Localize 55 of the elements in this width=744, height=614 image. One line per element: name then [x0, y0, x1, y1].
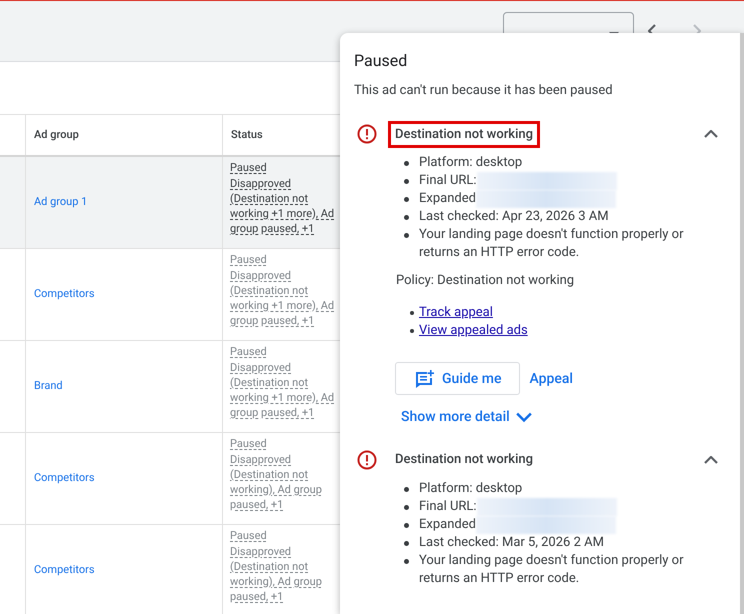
error-icon [357, 124, 377, 144]
chevron-icon [704, 130, 718, 138]
ad-group-link[interactable]: Ad group 1 [34, 194, 88, 211]
ad-group-link[interactable]: Brand [34, 378, 63, 395]
status-detail[interactable]: Disapproved (Destination not working +1 more), Ad group paused, +1 [230, 268, 335, 328]
bullet-icon [404, 558, 409, 564]
detail-text: Last checked: Apr 23, 2026 3 AM [419, 208, 609, 226]
status-text[interactable]: Paused [230, 161, 267, 174]
bullet-icon [404, 540, 409, 546]
status-text[interactable]: Paused [230, 529, 267, 542]
detail-text: Final URL: [419, 172, 477, 190]
bullet-icon [404, 161, 409, 166]
issue-title: Destination not working [388, 120, 540, 148]
status-detail[interactable]: Disapproved (Destination not working +1 more), Ad group paused, +1 [230, 176, 335, 236]
bullet-icon [404, 504, 409, 510]
detail-text: Expanded [419, 516, 476, 534]
guide-me-button[interactable]: Guide me [395, 362, 520, 395]
ad-group-link[interactable]: Competitors [34, 286, 95, 303]
error-icon [357, 450, 377, 470]
detail-text: Final URL: [419, 498, 477, 516]
comment-icon [414, 370, 434, 388]
appeal-link[interactable]: View appealed ads [419, 322, 528, 340]
popup-description: This ad can't run because it has been paused [354, 82, 614, 100]
detail-text: Platform: desktop [419, 154, 522, 172]
popup-title: Paused [354, 50, 408, 72]
status-text[interactable]: Paused [230, 253, 267, 266]
status-detail[interactable]: Disapproved (Destination not working), Ad group paused, +1 [230, 544, 335, 604]
appeal-link[interactable]: Appeal [529, 370, 573, 388]
issue-title: Destination not working [394, 451, 534, 469]
status-text[interactable]: Paused [230, 345, 267, 358]
bullet-icon [404, 486, 409, 492]
bullet-icon [404, 197, 409, 202]
collapse-toggle[interactable] [704, 456, 718, 464]
detail-text: Your landing page doesn't function properly or returns an HTTP error code. [419, 552, 684, 588]
ad-group-link[interactable]: Competitors [34, 562, 95, 579]
collapse-toggle[interactable] [704, 130, 718, 138]
bullet-icon [404, 522, 409, 528]
bullet-icon [404, 233, 409, 238]
detail-text: Last checked: Mar 5, 2026 2 AM [419, 534, 604, 552]
status-detail[interactable]: Disapproved (Destination not working), Ad group paused, +1 [230, 452, 335, 512]
detail-text: Platform: desktop [419, 480, 522, 498]
show-more-button[interactable]: Show more detail [401, 408, 532, 426]
chevron-icon [704, 456, 718, 464]
bullet-icon [410, 329, 414, 333]
bullet-icon [404, 215, 409, 220]
status-text[interactable]: Paused [230, 437, 267, 450]
bullet-icon [410, 311, 414, 315]
appeal-link[interactable]: Track appeal [419, 304, 493, 322]
detail-text: Your landing page doesn't function properly or returns an HTTP error code. [419, 226, 684, 262]
ad-group-link[interactable]: Competitors [34, 470, 95, 487]
policy-text: Policy: Destination not working [396, 272, 576, 290]
bullet-icon [404, 179, 409, 184]
column-header[interactable]: Ad group [26, 115, 223, 155]
detail-text: Expanded [419, 190, 476, 208]
status-detail[interactable]: Disapproved (Destination not working +1 more), Ad group paused, +1 [230, 360, 335, 420]
